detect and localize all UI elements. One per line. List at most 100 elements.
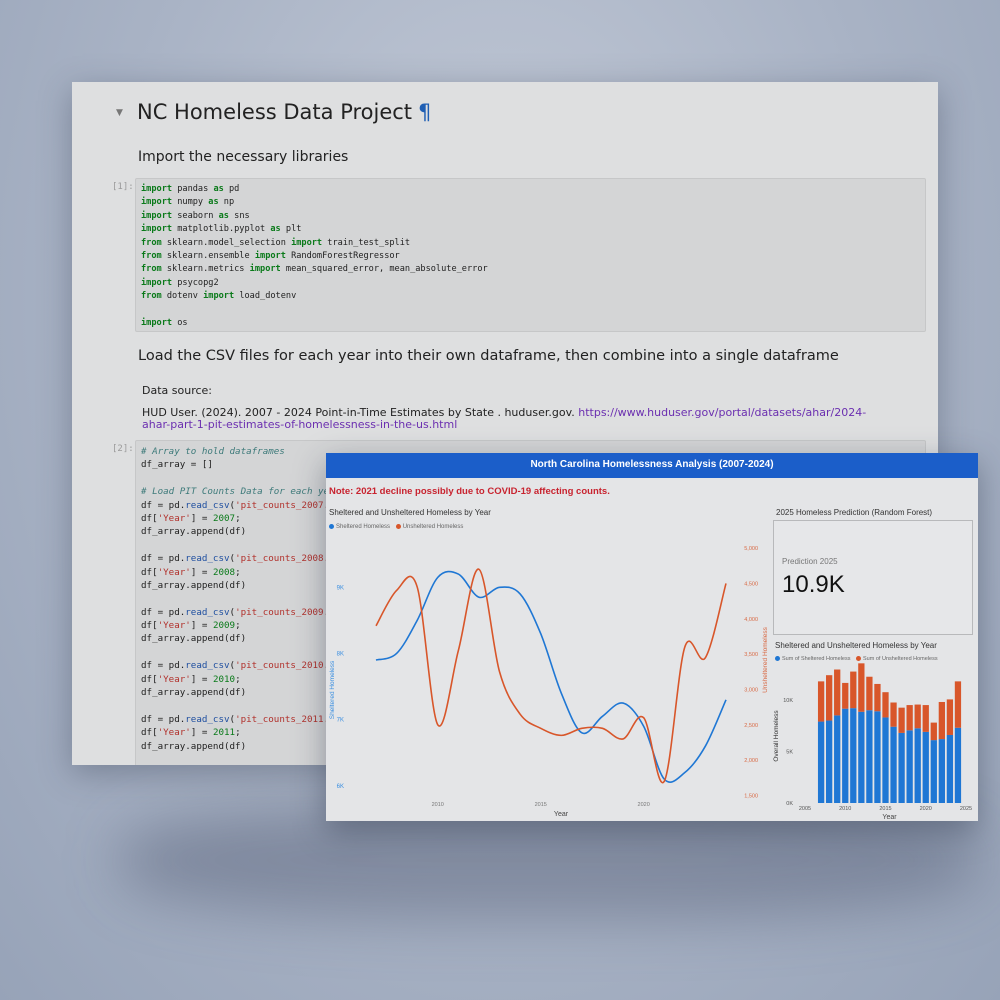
notebook-title: NC Homeless Data Project ¶ xyxy=(137,100,431,124)
bar-legend-item-unsheltered[interactable]: Sum of Unsheltered Homeless xyxy=(856,656,938,662)
bar-unsheltered xyxy=(906,705,913,731)
line-chart-legend: Sheltered Homeless Unsheltered Homeless xyxy=(329,524,467,530)
bar-sheltered xyxy=(938,739,945,803)
x-axis-label: Year xyxy=(882,814,897,821)
pilcrow-anchor-link[interactable]: ¶ xyxy=(418,100,431,124)
bar-unsheltered xyxy=(890,702,897,727)
x-tick-label: 2010 xyxy=(432,802,444,808)
code-line: import seaborn as sns xyxy=(141,210,925,223)
legend-dot-unsheltered xyxy=(395,524,401,529)
code-token: read_csv xyxy=(185,499,230,511)
bar-unsheltered xyxy=(842,682,849,709)
code-token: 'Year' xyxy=(157,566,191,578)
code-token: ; xyxy=(235,673,241,685)
code-cell-imports[interactable]: import pandas as pd import numpy as np imp… xyxy=(135,178,926,332)
sheltered-series-line xyxy=(375,570,727,783)
x-tick-label: 2020 xyxy=(920,806,932,812)
code-token: ] = xyxy=(190,673,213,685)
legend-item-unsheltered[interactable]: Unsheltered Homeless xyxy=(395,524,463,530)
x-tick-label: 2025 xyxy=(960,806,972,812)
code-token: import xyxy=(254,250,286,261)
code-token: ; xyxy=(235,727,241,739)
code-token: ] = xyxy=(190,727,213,739)
chevron-down-icon[interactable]: ▼ xyxy=(116,108,123,118)
code-token: df = pd. xyxy=(141,499,186,511)
code-line: import matplotlib.pyplot as plt xyxy=(141,223,925,236)
code-token: df[ xyxy=(141,727,158,739)
code-token: 'Year' xyxy=(157,673,191,685)
bar-sheltered xyxy=(890,726,897,803)
bar-legend-dot-sheltered xyxy=(775,656,780,662)
y-tick-label: 10K xyxy=(783,698,793,704)
code-line: import os xyxy=(141,317,925,330)
bar-unsheltered xyxy=(817,681,825,722)
code-token: 'Year' xyxy=(157,620,191,632)
code-token: 2009 xyxy=(212,620,236,632)
powerbi-dashboard-panel: North Carolina Homelessness Analysis (20… xyxy=(326,453,978,821)
code-token: plt xyxy=(280,224,302,235)
code-token: os xyxy=(172,317,188,328)
code-token: import xyxy=(141,277,173,288)
bar-sheltered xyxy=(946,734,954,803)
covid-note: Note: 2021 decline possibly due to COVID… xyxy=(329,486,610,497)
bar-unsheltered xyxy=(834,669,841,716)
code-line: from sklearn.ensemble import RandomFores… xyxy=(141,250,925,263)
code-token: as xyxy=(213,184,224,194)
code-line: from sklearn.metrics import mean_squared… xyxy=(141,263,925,276)
citation-paragraph: HUD User. (2024). 2007 - 2024 Point-in-T… xyxy=(142,407,882,431)
bar-chart-svg: 0K 5K 10K 2005 2010 2015 2020 2025 Year Overall H… xyxy=(773,663,972,821)
bar-sheltered xyxy=(922,731,929,803)
x-tick-label: 2005 xyxy=(799,806,811,812)
bar-sheltered xyxy=(930,740,937,803)
code-token: as xyxy=(270,224,281,235)
code-line: import psycopg2 xyxy=(141,277,925,290)
code-token: 2011 xyxy=(212,727,236,739)
bar-legend-dot-unsheltered xyxy=(856,656,862,662)
code-token: sklearn.metrics xyxy=(161,264,250,275)
bar-sheltered xyxy=(817,721,825,803)
code-token: ; xyxy=(235,620,241,632)
bar-unsheltered xyxy=(930,722,937,741)
code-token: import xyxy=(291,237,323,248)
legend-item-sheltered[interactable]: Sheltered Homeless xyxy=(329,524,390,530)
code-token: pd xyxy=(223,184,240,194)
bar-legend-label-unsheltered: Sum of Unsheltered Homeless xyxy=(863,656,938,662)
bar-sheltered xyxy=(826,720,833,803)
code-token: # Load PIT Counts Data for each year xyxy=(141,486,341,498)
line-chart-title: Sheltered and Unsheltered Homeless by Ye… xyxy=(329,508,491,517)
y-right-tick-label: 2,000 xyxy=(744,758,758,764)
bar-unsheltered xyxy=(946,699,954,735)
x-tick-label: 2015 xyxy=(535,802,547,808)
bar-unsheltered xyxy=(882,692,889,718)
code-token: read_csv xyxy=(185,606,230,618)
bar-legend-item-sheltered[interactable]: Sum of Sheltered Homeless xyxy=(775,656,850,662)
bar-unsheltered xyxy=(914,704,921,729)
code-token: matplotlib.pyplot xyxy=(172,224,271,235)
code-token: df[ xyxy=(141,673,158,685)
code-line: from dotenv import load_dotenv xyxy=(141,290,925,303)
code-token: df = pd. xyxy=(141,713,186,725)
y-tick-label: 5K xyxy=(786,749,793,755)
y-right-tick-label: 3,000 xyxy=(744,687,758,693)
bar-sheltered xyxy=(842,708,849,803)
heading-load-csv: Load the CSV files for each year into th… xyxy=(138,348,839,364)
y-right-tick-label: 1,500 xyxy=(744,793,758,799)
code-token: # Array to hold dataframes xyxy=(141,446,285,457)
unsheltered-series-line xyxy=(375,568,727,784)
bar-legend-label-sheltered: Sum of Sheltered Homeless xyxy=(782,656,851,662)
code-token: as xyxy=(208,197,219,208)
line-chart-svg: 6K 7K 8K 9K 1,500 2,000 2,500 3,000 3,500 4,000 4,… xyxy=(329,546,769,818)
code-token: pandas xyxy=(172,184,214,194)
bar-sheltered xyxy=(882,717,889,803)
code-token: from xyxy=(141,264,162,275)
code-token: ; xyxy=(235,512,241,524)
code-token: psycopg2 xyxy=(172,277,219,288)
code-token: ] = xyxy=(190,512,213,524)
heading-import-libraries: Import the necessary libraries xyxy=(138,149,349,165)
prediction-card[interactable]: Prediction 2025 10.9K xyxy=(773,520,973,635)
code-token: 2007 xyxy=(212,512,236,524)
code-token: sklearn.model_selection xyxy=(161,237,292,248)
code-token: df_array.append(df) xyxy=(141,687,247,699)
code-token: sns xyxy=(228,210,250,221)
